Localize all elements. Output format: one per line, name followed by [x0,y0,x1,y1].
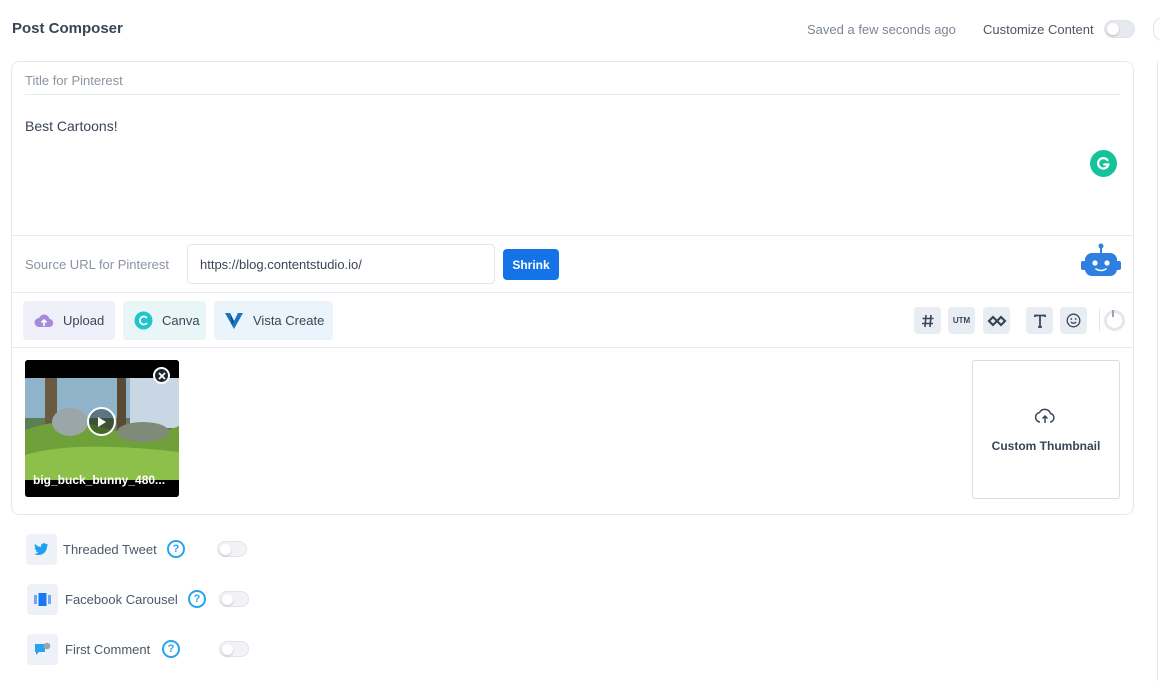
customize-content-label: Customize Content [983,22,1094,37]
vista-create-button[interactable]: Vista Create [214,301,333,340]
utm-button[interactable]: UTM [948,307,975,334]
text-format-icon[interactable] [1026,307,1053,334]
post-body-editor[interactable]: Best Cartoons! [25,118,118,134]
source-url-input[interactable] [187,244,495,284]
section-divider [12,347,1133,348]
option-label-facebook-carousel: Facebook Carousel [65,592,178,607]
canva-logo-icon [133,311,153,331]
media-file-name: big_buck_bunny_480... [33,473,166,487]
help-icon[interactable]: ? [162,640,180,658]
section-divider [12,292,1133,293]
cloud-upload-icon [34,311,54,331]
source-url-label: Source URL for Pinterest [25,257,170,272]
custom-thumbnail-label: Custom Thumbnail [991,439,1101,453]
play-icon[interactable] [87,407,116,436]
option-label-threaded-tweet: Threaded Tweet [63,542,157,557]
side-panel-divider [1157,62,1158,681]
side-panel-handle[interactable] [1153,17,1160,41]
upload-label: Upload [63,313,105,328]
threaded-tweet-toggle[interactable] [217,541,247,557]
toolbar-separator [1099,309,1100,331]
remove-media-close-icon[interactable] [153,367,170,384]
cloud-upload-icon [1034,406,1056,426]
shrink-button[interactable]: Shrink [503,249,559,280]
link-shortener-icon[interactable] [983,307,1010,334]
hashtag-icon[interactable] [914,307,941,334]
first-comment-toggle[interactable] [219,641,249,657]
help-icon[interactable]: ? [188,590,206,608]
title-input[interactable]: Title for Pinterest [25,73,123,88]
ai-assistant-robot-icon[interactable] [1080,243,1122,279]
page-title: Post Composer [12,20,123,37]
section-divider [12,235,1133,236]
twitter-bird-icon [26,534,57,565]
canva-button[interactable]: Canva [123,301,206,340]
title-divider [25,94,1120,95]
grammarly-icon[interactable] [1090,150,1117,177]
facebook-carousel-toggle[interactable] [219,591,249,607]
help-icon[interactable]: ? [167,540,185,558]
upload-button[interactable]: Upload [23,301,115,340]
composer-card [11,61,1134,515]
emoji-icon[interactable] [1060,307,1087,334]
canva-label: Canva [162,313,200,328]
vista-create-logo-icon [224,311,244,331]
vista-create-label: Vista Create [253,313,325,328]
custom-thumbnail-button[interactable] [972,360,1120,499]
option-label-first-comment: First Comment [65,642,151,657]
carousel-icon [27,584,58,615]
character-count-ring-icon [1104,310,1125,331]
customize-content-toggle[interactable] [1104,20,1135,38]
saved-status: Saved a few seconds ago [807,22,956,37]
comment-bubble-icon [27,634,58,665]
